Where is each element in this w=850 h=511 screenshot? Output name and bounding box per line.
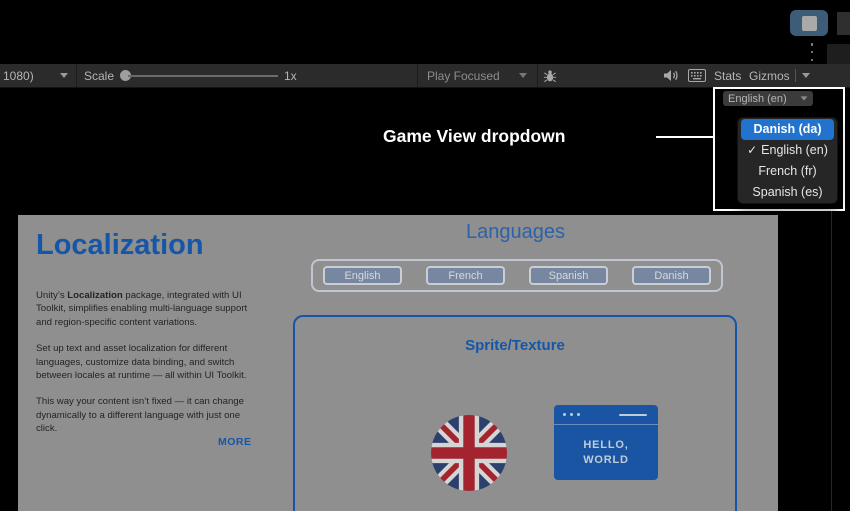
language-button-spanish[interactable]: Spanish — [529, 266, 608, 285]
toolbar-divider — [417, 64, 418, 87]
locale-selected-label: English (en) — [728, 92, 787, 105]
checkmark-icon: ✓ — [747, 143, 758, 158]
hello-world-text: HELLO, WORLD — [583, 439, 629, 466]
resolution-dropdown[interactable]: 1080) — [3, 64, 34, 87]
toolbar-edge-fragment — [837, 12, 850, 35]
scale-label: Scale — [84, 68, 115, 83]
menu-item-french[interactable]: French (fr) — [741, 161, 834, 182]
stop-icon — [801, 15, 817, 31]
stop-button[interactable] — [790, 10, 828, 36]
kebab-menu-icon[interactable] — [809, 43, 815, 61]
intro-paragraph-2: Set up text and asset localization for d… — [36, 343, 247, 382]
play-focused-dropdown[interactable]: Play Focused — [427, 64, 500, 87]
window-dots-icon — [563, 413, 580, 416]
panel-corner-fragment — [827, 44, 850, 66]
intro-paragraph-1: Unity’s Localization package, integrated… — [36, 290, 248, 328]
chevron-down-icon — [800, 96, 808, 101]
menu-item-danish[interactable]: Danish (da) — [741, 119, 834, 140]
window-titlebar — [554, 405, 658, 425]
languages-heading: Languages — [466, 221, 565, 243]
more-link[interactable]: MORE — [218, 436, 252, 448]
menu-item-english[interactable]: ✓ English (en) — [741, 140, 834, 161]
menu-item-spanish[interactable]: Spanish (es) — [741, 181, 834, 202]
game-view-toolbar: 1080) Scale 1x Play Focused Stats Gizmos — [0, 64, 850, 88]
toolbar-divider — [795, 69, 796, 82]
language-button-danish[interactable]: Danish — [632, 266, 711, 285]
game-content-page: Localization Unity’s Localization packag… — [18, 215, 778, 511]
locale-dropdown-menu: Danish (da) ✓ English (en) French (fr) S… — [737, 117, 838, 204]
gizmos-button[interactable]: Gizmos — [749, 64, 790, 87]
sprite-texture-heading: Sprite/Texture — [465, 337, 565, 354]
toolbar-divider — [537, 64, 538, 87]
language-button-french[interactable]: French — [426, 266, 505, 285]
window-bar-icon — [619, 413, 647, 416]
language-button-english[interactable]: English — [323, 266, 402, 285]
chevron-down-icon[interactable] — [802, 64, 810, 87]
scale-slider-track[interactable] — [128, 74, 278, 77]
annotation-pointer-line — [656, 136, 713, 138]
mute-audio-icon[interactable] — [663, 64, 679, 87]
locale-dropdown-button[interactable]: English (en) — [723, 91, 813, 106]
uk-flag-icon — [431, 415, 507, 491]
chevron-down-icon[interactable] — [519, 64, 527, 87]
debug-bug-icon[interactable] — [543, 64, 557, 87]
stats-button[interactable]: Stats — [714, 64, 741, 87]
scale-value: 1x — [284, 68, 297, 83]
language-buttons-group: English French Spanish Danish — [311, 259, 723, 292]
page-title: Localization — [36, 229, 204, 261]
sprite-texture-section: Sprite/Texture HELLO, WORLD — [293, 315, 737, 511]
annotation-label: Game View dropdown — [383, 126, 566, 146]
intro-text: Unity’s Localization package, integrated… — [36, 289, 255, 449]
intro-paragraph-3: This way your content isn’t fixed — it c… — [36, 396, 244, 435]
chevron-down-icon[interactable] — [60, 64, 68, 87]
hello-world-window: HELLO, WORLD — [554, 405, 658, 480]
toolbar-divider — [76, 64, 77, 87]
keyboard-icon[interactable] — [688, 64, 706, 87]
panel-edge — [831, 211, 832, 511]
unity-game-view: 1080) Scale 1x Play Focused Stats Gizmos… — [0, 0, 850, 511]
